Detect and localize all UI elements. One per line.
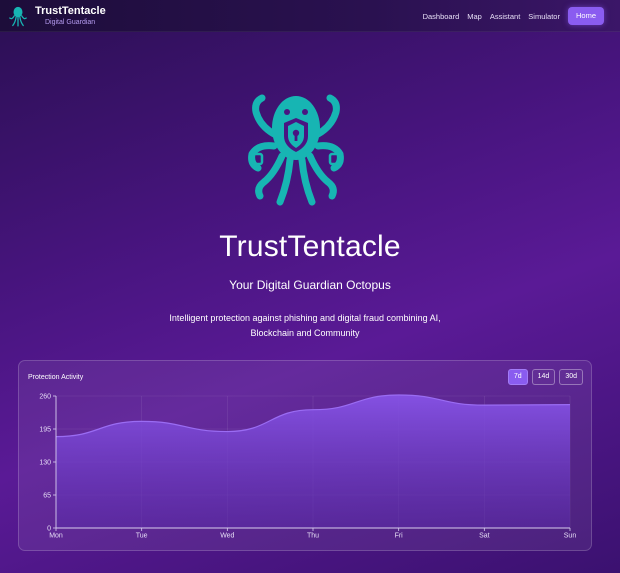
hero-title: TrustTentacle	[219, 230, 401, 263]
activity-area-chart: 0 65 130 195 260 Mon Tue Wed Thu Fri Sat Sun	[39, 394, 577, 540]
data-point-sat[interactable]	[483, 404, 485, 406]
hero-description: Intelligent protection against phishing …	[169, 313, 441, 338]
top-navbar: TrustTentacle Digital Guardian Dashboard…	[0, 0, 620, 32]
x-tick-label-fri: Fri	[395, 533, 404, 540]
x-tick-label-sun: Sun	[564, 533, 577, 540]
nav-link-simulator[interactable]: Simulator	[528, 12, 560, 21]
nav-link-map[interactable]: Map	[467, 12, 482, 21]
nav-link-assistant[interactable]: Assistant	[490, 12, 520, 21]
brand-name: TrustTentacle	[35, 4, 106, 17]
y-tick-label: 260	[39, 394, 51, 401]
y-tick-label: 0	[47, 526, 51, 533]
series-area	[56, 394, 570, 528]
octopus-logo-icon	[9, 6, 27, 27]
data-point-wed[interactable]	[226, 430, 228, 432]
data-point-sun[interactable]	[569, 403, 571, 405]
nav-links: Dashboard Map Assistant Simulator Home	[423, 0, 604, 32]
x-tick-label-tue: Tue	[136, 533, 148, 540]
x-tick-label-sat: Sat	[479, 533, 490, 540]
y-tick-label: 130	[39, 460, 51, 467]
data-point-thu[interactable]	[312, 409, 314, 411]
data-point-fri[interactable]	[397, 394, 399, 396]
y-tick-label: 65	[43, 493, 51, 500]
hero-subtitle: Your Digital Guardian Octopus	[229, 278, 391, 292]
octopus-shield-icon	[248, 94, 344, 206]
y-tick-label: 195	[39, 427, 51, 434]
protection-activity-card: Protection Activity 7d 14d 30d 0 65 130 195…	[18, 360, 592, 551]
x-tick-label-mon: Mon	[49, 533, 63, 540]
x-tick-label-wed: Wed	[220, 533, 234, 540]
nav-home-button[interactable]: Home	[567, 7, 604, 25]
nav-link-dashboard[interactable]: Dashboard	[423, 12, 460, 21]
brand[interactable]: TrustTentacle Digital Guardian	[8, 5, 106, 27]
data-point-tue[interactable]	[140, 420, 142, 422]
x-tick-label-thu: Thu	[307, 533, 319, 540]
brand-tagline: Digital Guardian	[45, 18, 96, 26]
